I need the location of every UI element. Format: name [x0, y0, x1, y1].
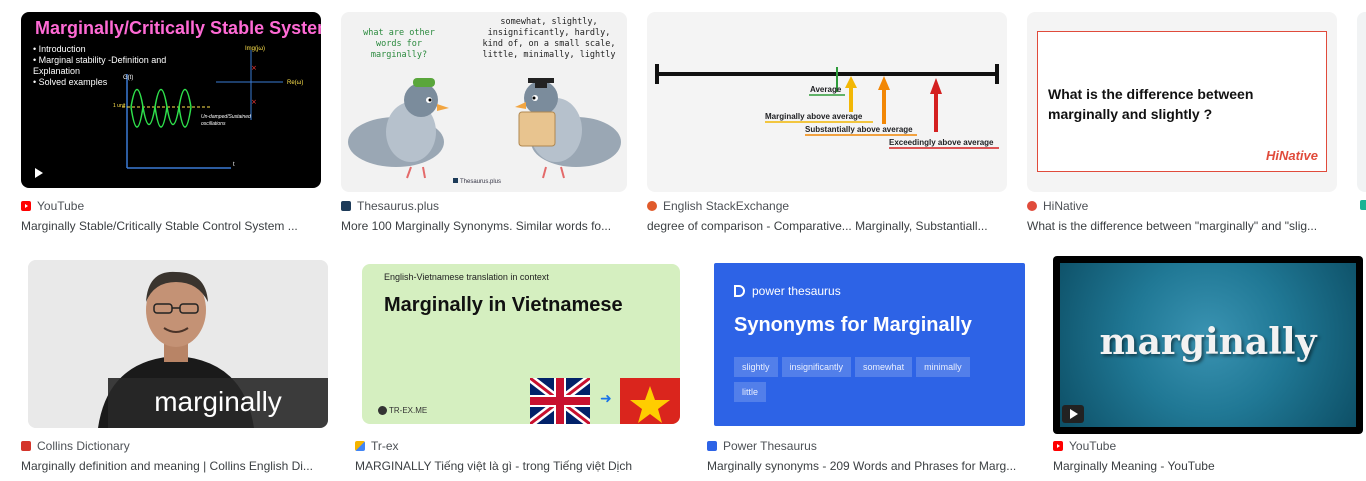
- result-thumbnail[interactable]: What is the difference between marginall…: [1027, 12, 1337, 192]
- image-result-card[interactable]: Marginally/Critically Stable System Intr…: [21, 12, 321, 237]
- synonym-chips: slightly insignificantly somewhat minimally…: [734, 357, 994, 407]
- tr-ex-logo: TR-EX.ME: [378, 406, 428, 416]
- graph-label: Un-damped/Sustained oscillations: [201, 114, 251, 127]
- question-text: What is the difference between marginall…: [1048, 86, 1254, 122]
- book-icon: [453, 178, 458, 183]
- source-name: Power Thesaurus: [723, 439, 817, 453]
- result-source[interactable]: HiNative: [1027, 198, 1337, 214]
- image-result-card[interactable]: English-Vietnamese translation in contex…: [355, 254, 687, 479]
- thumbnail-subtitle: English-Vietnamese translation in contex…: [384, 272, 549, 282]
- graph-label: t: [233, 162, 235, 168]
- graph-label: G(t): [123, 75, 134, 81]
- image-result-card[interactable]: Average Marginally above average Substan…: [647, 12, 1007, 237]
- synonym-chip: somewhat: [855, 357, 913, 377]
- result-thumbnail[interactable]: marginally: [1053, 256, 1363, 434]
- result-thumbnail[interactable]: Marginally/Critically Stable System Intr…: [21, 12, 321, 188]
- diagram-label: Average: [810, 85, 842, 94]
- svg-text:×: ×: [251, 98, 257, 106]
- synonym-chip: insignificantly: [781, 357, 852, 377]
- result-source[interactable]: Thesaurus.plus: [341, 198, 627, 214]
- source-name: Thesaurus.plus: [357, 199, 440, 213]
- oscillation-graph: × ×: [122, 50, 283, 169]
- synonym-chip: slightly: [734, 357, 778, 377]
- result-source[interactable]: Collins Dictionary: [21, 438, 335, 454]
- image-result-card[interactable]: marginally YouTube Marginally Meaning - …: [1053, 254, 1363, 479]
- graph-label: Img(jω): [245, 46, 266, 52]
- result-caption[interactable]: Marginally synonyms - 209 Words and Phra…: [707, 458, 1027, 474]
- result-source[interactable]: YouTube: [1053, 438, 1363, 454]
- result-caption[interactable]: Marginally Meaning - YouTube: [1053, 458, 1353, 474]
- hinative-logo: HiNative: [1265, 148, 1318, 163]
- youtube-icon: [21, 201, 31, 211]
- result-thumbnail[interactable]: Average Marginally above average Substan…: [647, 12, 1007, 192]
- arrow-right-icon: ➜: [600, 390, 612, 406]
- vietnam-flag-icon: [620, 378, 680, 424]
- result-thumbnail[interactable]: power thesaurus Synonyms for Marginally …: [714, 263, 1025, 426]
- result-caption[interactable]: Marginally definition and meaning | Coll…: [21, 458, 327, 474]
- play-icon: [27, 164, 49, 182]
- partial-result-card[interactable]: [1357, 12, 1366, 192]
- image-result-card[interactable]: What is the difference between marginall…: [1027, 12, 1337, 237]
- source-name: YouTube: [37, 199, 85, 213]
- pigeons-illustration: [348, 78, 621, 179]
- comparison-scale-diagram: [655, 64, 999, 149]
- thumbnail-background: marginally: [1060, 263, 1356, 427]
- watermark-text: Thesaurus.plus: [460, 179, 502, 185]
- thumbnail-title: Marginally in Vietnamese: [384, 294, 623, 316]
- result-thumbnail[interactable]: English-Vietnamese translation in contex…: [362, 264, 680, 424]
- source-name: HiNative: [1043, 199, 1089, 213]
- graph-label: 1 unit: [113, 103, 126, 109]
- partial-source-icon: [1360, 200, 1366, 210]
- diagram-label: Exceedingly above average: [889, 138, 994, 147]
- result-source[interactable]: Tr-ex: [355, 438, 687, 454]
- tr-ex-icon: [355, 441, 365, 451]
- graph-label: Re(ω): [287, 80, 304, 86]
- result-thumbnail[interactable]: what are other words for marginally? som…: [341, 12, 627, 192]
- youtube-icon: [1053, 441, 1063, 451]
- uk-flag-icon: [530, 378, 590, 424]
- collins-icon: [21, 441, 31, 451]
- image-result-card[interactable]: power thesaurus Synonyms for Marginally …: [707, 254, 1033, 479]
- result-source[interactable]: English StackExchange: [647, 198, 1007, 214]
- result-thumbnail[interactable]: marginally: [28, 260, 328, 428]
- thumbnail-title: Synonyms for Marginally: [734, 314, 972, 336]
- question-frame: What is the difference between marginall…: [1037, 31, 1327, 172]
- thumbnail-word: marginally: [1099, 321, 1317, 363]
- brand-row: power thesaurus: [734, 284, 841, 298]
- diagram-label: Substantially above average: [805, 125, 913, 134]
- result-caption[interactable]: MARGINALLY Tiếng việt là gì - trong Tiến…: [355, 458, 679, 474]
- hinative-icon: [1027, 201, 1037, 211]
- result-caption[interactable]: More 100 Marginally Synonyms. Similar wo…: [341, 218, 621, 234]
- synonym-chip: little: [734, 382, 767, 402]
- result-caption[interactable]: Marginally Stable/Critically Stable Cont…: [21, 218, 317, 234]
- play-icon: [1062, 405, 1084, 423]
- logo-text: TR-EX.ME: [389, 406, 428, 415]
- power-thesaurus-icon: [707, 441, 717, 451]
- svg-text:×: ×: [251, 64, 257, 72]
- source-name: Collins Dictionary: [37, 439, 130, 453]
- source-name: English StackExchange: [663, 199, 790, 213]
- power-thesaurus-logo-icon: [734, 285, 745, 297]
- result-caption[interactable]: degree of comparison - Comparative... Ma…: [647, 218, 1001, 234]
- thesaurus-plus-icon: [341, 201, 351, 211]
- result-caption[interactable]: What is the difference between "marginal…: [1027, 218, 1327, 234]
- synonym-chip: minimally: [916, 357, 970, 377]
- source-name: YouTube: [1069, 439, 1117, 453]
- brand-name: power thesaurus: [752, 284, 841, 298]
- watermark: Thesaurus.plus: [453, 178, 501, 185]
- result-source[interactable]: YouTube: [21, 198, 321, 214]
- stackexchange-icon: [647, 201, 657, 211]
- image-result-card[interactable]: marginally Collins Dictionary Marginally…: [21, 254, 335, 479]
- tr-ex-logo-icon: [378, 406, 387, 416]
- result-source[interactable]: Power Thesaurus: [707, 438, 1033, 454]
- source-name: Tr-ex: [371, 439, 399, 453]
- image-result-card[interactable]: what are other words for marginally? som…: [341, 12, 627, 237]
- diagram-label: Marginally above average: [765, 112, 863, 121]
- thumbnail-word: marginally: [108, 378, 328, 428]
